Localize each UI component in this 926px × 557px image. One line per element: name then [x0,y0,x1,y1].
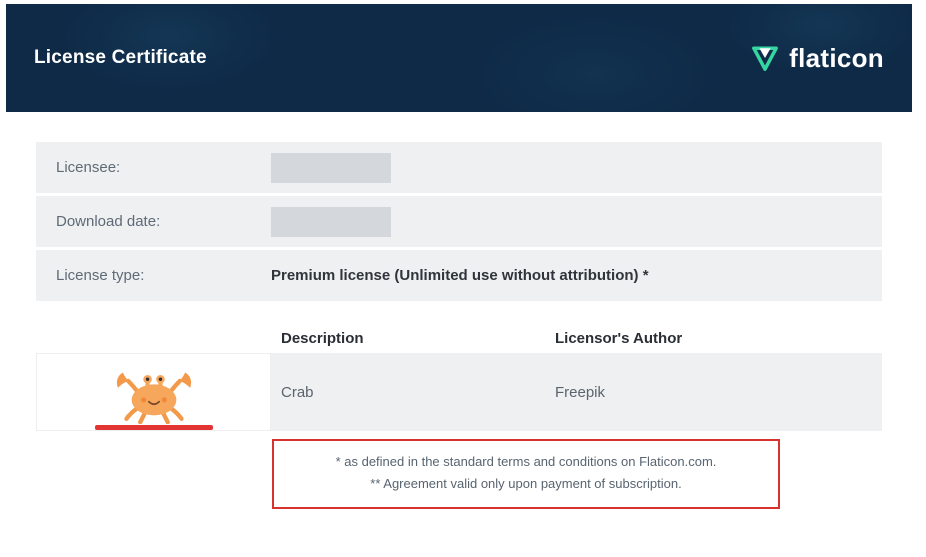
footnote-1: * as defined in the standard terms and c… [286,451,766,473]
license-type-value: Premium license (Unlimited use without a… [271,250,882,301]
crab-icon [111,362,197,429]
page-title: License Certificate [34,47,207,69]
row-download-date: Download date: [36,196,882,250]
asset-author: Freepik [551,353,882,431]
brand-name: flaticon [789,43,884,74]
license-info-table: Licensee: Download date: License type: P… [36,142,882,304]
asset-row: Crab Freepik [36,353,882,431]
asset-table-head: Description Licensor's Author [36,330,882,353]
certificate-header: License Certificate flaticon [6,4,912,112]
redacted-block [271,207,391,237]
row-license-type: License type: Premium license (Unlimited… [36,250,882,304]
row-licensee: Licensee: [36,142,882,196]
redacted-block [271,153,391,183]
download-date-value [271,196,882,247]
asset-description: Crab [271,353,551,431]
footnote-2: ** Agreement valid only upon payment of … [286,473,766,495]
brand: flaticon [751,43,884,74]
download-date-label: Download date: [36,196,271,247]
col-author: Licensor's Author [551,330,882,347]
asset-table: Description Licensor's Author [36,330,882,431]
asset-underline [95,425,213,430]
licensee-value [271,142,882,193]
flaticon-logo-icon [751,44,779,72]
asset-icon-cell [36,353,271,431]
licensee-label: Licensee: [36,142,271,193]
license-type-label: License type: [36,250,271,301]
footnote-box: * as defined in the standard terms and c… [272,439,780,509]
col-description: Description [271,330,551,347]
